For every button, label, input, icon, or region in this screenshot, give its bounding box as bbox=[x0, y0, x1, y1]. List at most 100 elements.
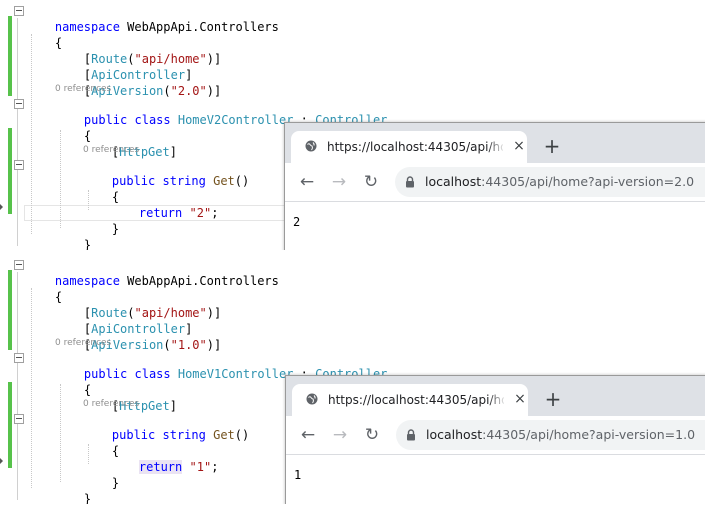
collapse-icon[interactable] bbox=[14, 160, 24, 170]
outline-guide bbox=[17, 272, 18, 500]
address-bar[interactable]: localhost:44305/api/home?api-version=1.0 bbox=[396, 420, 705, 450]
class-name: HomeV1Controller bbox=[177, 367, 294, 381]
browser-toolbar: ← → ↻ localhost:44305/api/home?api-versi… bbox=[286, 416, 705, 455]
code-line-class-declaration[interactable]: public class HomeV2Controller : Controll… bbox=[55, 96, 387, 127]
collapse-icon[interactable] bbox=[14, 260, 24, 270]
caret-marker-icon bbox=[0, 458, 3, 464]
url-path: :44305/api/home?api-version=2.0 bbox=[481, 174, 695, 189]
lock-icon[interactable] bbox=[405, 176, 415, 188]
parens: () bbox=[234, 428, 250, 442]
namespace-name: WebAppApi.Controllers bbox=[119, 20, 279, 34]
address-bar[interactable]: localhost:44305/api/home?api-version=2.0 bbox=[395, 167, 705, 197]
collapse-icon[interactable] bbox=[14, 6, 24, 16]
code-line-route-attribute[interactable]: [Route("api/home")] bbox=[55, 35, 221, 66]
method-references-codelens[interactable]: 0 references bbox=[83, 399, 139, 410]
code-line-namespace-close[interactable]: } bbox=[26, 491, 62, 504]
code-line-httpget-attribute[interactable]: [HttpGet] bbox=[83, 382, 177, 413]
parens: () bbox=[234, 174, 250, 188]
url-path: :44305/api/home?api-version=1.0 bbox=[482, 427, 696, 442]
url-text[interactable]: localhost:44305/api/home?api-version=1.0 bbox=[426, 427, 695, 443]
forward-arrow-icon[interactable]: → bbox=[331, 426, 349, 444]
code-line-class-open[interactable]: { bbox=[55, 366, 91, 397]
namespace-keyword: namespace bbox=[54, 274, 120, 288]
url-host: localhost bbox=[425, 174, 482, 189]
new-tab-button[interactable]: + bbox=[544, 389, 562, 409]
globe-icon bbox=[305, 140, 317, 152]
code-line-method-close[interactable]: } bbox=[83, 205, 119, 236]
string-keyword: string bbox=[162, 174, 206, 188]
close-tab-icon[interactable]: × bbox=[512, 391, 528, 407]
namespace-keyword: namespace bbox=[54, 20, 120, 34]
return-keyword: return bbox=[138, 460, 183, 474]
url-text[interactable]: localhost:44305/api/home?api-version=2.0 bbox=[425, 174, 694, 190]
changed-lines-bar bbox=[8, 302, 12, 350]
close-tab-icon[interactable]: × bbox=[511, 138, 527, 154]
changed-lines-bar bbox=[8, 16, 12, 48]
reload-icon[interactable]: ↻ bbox=[363, 426, 381, 444]
globe-icon bbox=[306, 393, 318, 405]
brace: } bbox=[83, 492, 92, 504]
code-line-class-open[interactable]: { bbox=[55, 112, 91, 143]
code-line-method-open[interactable]: { bbox=[83, 173, 119, 204]
changed-lines-bar bbox=[8, 128, 12, 214]
browser-tab[interactable]: https://localhost:44305/api/home?api-ver… bbox=[291, 131, 527, 163]
lock-icon[interactable] bbox=[406, 429, 416, 441]
class-references-codelens[interactable]: 0 references bbox=[55, 338, 111, 349]
brace: } bbox=[83, 238, 92, 250]
class-keyword: class bbox=[134, 367, 171, 381]
return-keyword: return bbox=[138, 206, 183, 220]
back-arrow-icon[interactable]: ← bbox=[299, 426, 317, 444]
outline-guide bbox=[17, 18, 18, 246]
changed-lines-bar bbox=[8, 382, 12, 468]
code-line-namespace[interactable]: namespace WebAppApi.Controllers bbox=[26, 3, 279, 34]
code-line-class-close[interactable]: } bbox=[55, 475, 91, 504]
code-line-method-declaration[interactable]: public string Get() bbox=[83, 157, 249, 188]
page-content: 2 bbox=[293, 215, 301, 229]
code-line-apiversion-attribute[interactable]: [ApiVersion("1.0")] bbox=[55, 321, 221, 352]
code-line-open-brace[interactable]: { bbox=[26, 273, 62, 304]
code-line-return-statement[interactable]: return "2"; bbox=[110, 189, 219, 220]
namespace-name: WebAppApi.Controllers bbox=[119, 274, 279, 288]
changed-lines-bar bbox=[8, 270, 12, 302]
code-line-namespace[interactable]: namespace WebAppApi.Controllers bbox=[26, 257, 279, 288]
code-line-route-attribute[interactable]: [Route("api/home")] bbox=[55, 289, 221, 320]
code-line-apiversion-attribute[interactable]: [ApiVersion("2.0")] bbox=[55, 67, 221, 98]
code-line-httpget-attribute[interactable]: [HttpGet] bbox=[83, 128, 177, 159]
method-name: Get bbox=[213, 174, 235, 188]
browser-window[interactable]: https://localhost:44305/api/home?api-ver… bbox=[284, 122, 705, 250]
code-line-class-declaration[interactable]: public class HomeV1Controller : Controll… bbox=[55, 350, 387, 381]
brace: } bbox=[111, 476, 120, 490]
collapse-icon[interactable] bbox=[14, 353, 24, 363]
back-arrow-icon[interactable]: ← bbox=[298, 173, 316, 191]
class-keyword: class bbox=[134, 113, 171, 127]
class-name: HomeV2Controller bbox=[177, 113, 294, 127]
browser-window[interactable]: https://localhost:44305/api/home?api-ver… bbox=[285, 375, 705, 504]
code-line-method-close[interactable]: } bbox=[83, 459, 119, 490]
browser-toolbar: ← → ↻ localhost:44305/api/home?api-versi… bbox=[285, 163, 705, 202]
class-references-codelens[interactable]: 0 references bbox=[55, 84, 111, 95]
tab-title-fade bbox=[487, 139, 505, 155]
method-references-codelens[interactable]: 0 references bbox=[83, 145, 139, 156]
code-line-class-close[interactable]: } bbox=[55, 221, 91, 250]
reload-icon[interactable]: ↻ bbox=[362, 173, 380, 191]
return-string: "2" bbox=[189, 206, 212, 220]
code-line-namespace-close[interactable]: } bbox=[26, 237, 62, 250]
code-line-open-brace[interactable]: { bbox=[26, 19, 62, 50]
new-tab-button[interactable]: + bbox=[543, 136, 561, 156]
semicolon: ; bbox=[211, 206, 219, 220]
semicolon: ; bbox=[211, 460, 219, 474]
code-line-apicontroller-attribute[interactable]: [ApiController] bbox=[55, 305, 192, 336]
tab-strip: https://localhost:44305/api/home?api-ver… bbox=[285, 123, 705, 163]
code-line-method-declaration[interactable]: public string Get() bbox=[83, 411, 249, 442]
collapse-icon[interactable] bbox=[14, 99, 24, 109]
tab-strip: https://localhost:44305/api/home?api-ver… bbox=[286, 376, 705, 416]
browser-tab[interactable]: https://localhost:44305/api/home?api-ver… bbox=[292, 384, 528, 416]
code-line-apicontroller-attribute[interactable]: [ApiController] bbox=[55, 51, 192, 82]
tab-title: https://localhost:44305/api/home?api-ver… bbox=[328, 393, 504, 407]
code-line-return-statement[interactable]: return "1"; bbox=[110, 443, 218, 474]
caret-marker-icon bbox=[0, 204, 3, 210]
return-string: "1" bbox=[189, 460, 212, 474]
collapse-icon[interactable] bbox=[14, 414, 24, 424]
code-line-method-open[interactable]: { bbox=[83, 427, 119, 458]
forward-arrow-icon[interactable]: → bbox=[330, 173, 348, 191]
